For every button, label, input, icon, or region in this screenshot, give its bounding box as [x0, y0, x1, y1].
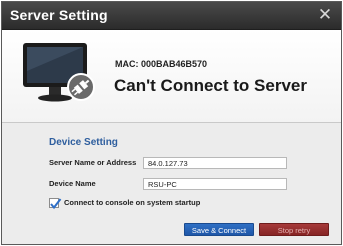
device-name-label: Device Name: [49, 179, 96, 188]
startup-checkbox[interactable]: [49, 198, 62, 210]
save-connect-button[interactable]: Save & Connect: [184, 223, 254, 236]
server-setting-dialog: Server Setting ✕ MAC: 000BAB46B570 Can't…: [1, 1, 342, 245]
device-name-input[interactable]: [143, 178, 287, 190]
dialog-title: Server Setting: [10, 7, 108, 23]
checkmark-icon: [50, 198, 62, 210]
server-address-label: Server Name or Address: [49, 158, 137, 167]
server-address-input[interactable]: [143, 157, 287, 169]
stop-retry-button[interactable]: Stop retry: [259, 223, 329, 236]
title-bar: Server Setting ✕: [2, 2, 341, 30]
disconnected-monitor-icon: [23, 43, 95, 102]
close-icon[interactable]: ✕: [315, 4, 335, 26]
startup-checkbox-label: Connect to console on system startup: [64, 198, 201, 207]
device-setting-heading: Device Setting: [49, 137, 118, 148]
mac-address: MAC: 000BAB46B570: [115, 59, 208, 69]
status-panel: MAC: 000BAB46B570 Can't Connect to Serve…: [2, 30, 341, 122]
connection-status: Can't Connect to Server: [114, 76, 307, 95]
divider: [2, 122, 341, 123]
